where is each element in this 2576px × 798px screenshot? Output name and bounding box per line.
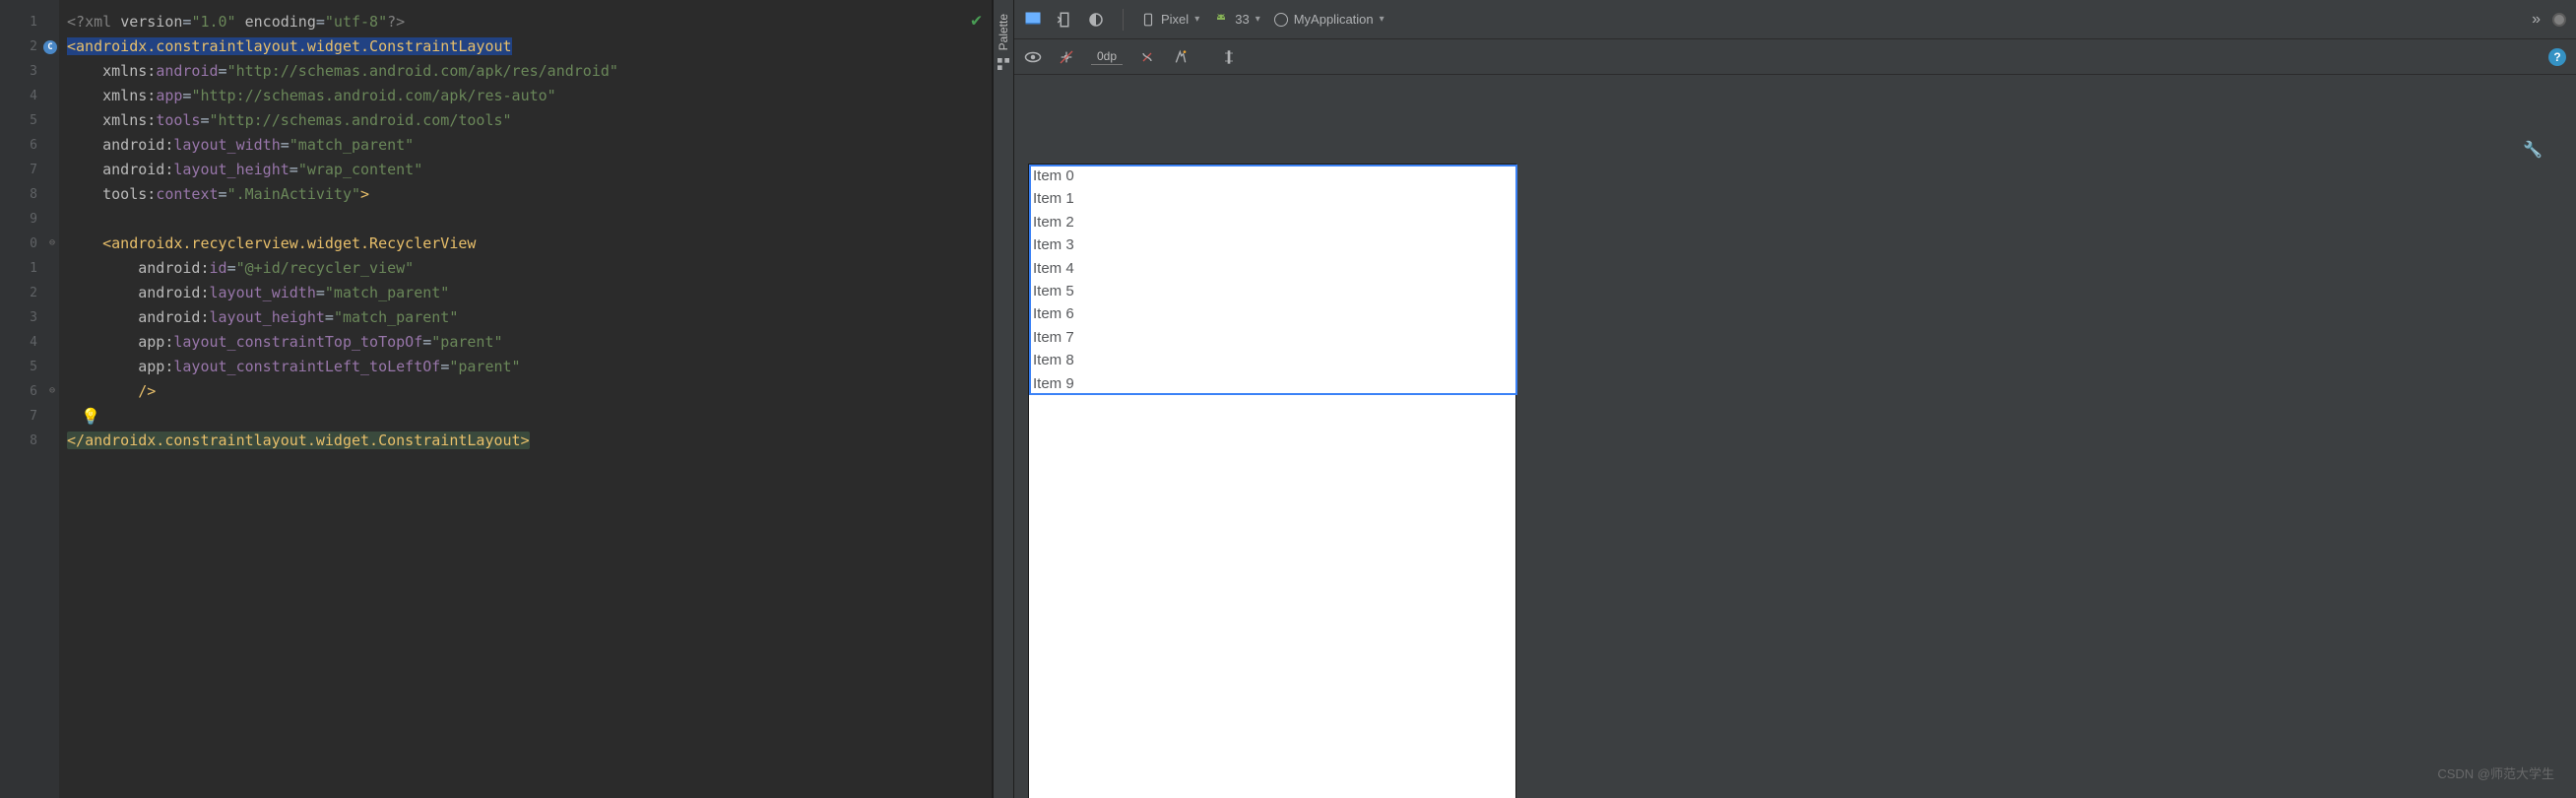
- palette-sidebar[interactable]: Palette: [993, 0, 1014, 798]
- line-number: 9: [30, 212, 37, 227]
- list-item[interactable]: Item 2: [1029, 211, 1515, 233]
- analysis-ok-icon[interactable]: ✔: [971, 10, 982, 31]
- line-number: 4: [30, 335, 37, 350]
- list-item[interactable]: Item 9: [1029, 372, 1515, 395]
- list-item[interactable]: Item 6: [1029, 302, 1515, 325]
- autoconnect-icon[interactable]: [1058, 49, 1075, 65]
- fold-end-icon[interactable]: ⊖: [47, 385, 57, 395]
- theme-selector[interactable]: MyApplication▾: [1274, 12, 1385, 27]
- theme-icon: [1274, 13, 1288, 27]
- palette-label: Palette: [997, 14, 1010, 50]
- component-tree-icon[interactable]: [996, 56, 1011, 72]
- line-number: 7: [30, 163, 37, 177]
- class-gutter-icon[interactable]: C: [43, 40, 57, 54]
- night-mode-icon[interactable]: [1087, 11, 1105, 29]
- view-options-icon[interactable]: [1024, 50, 1042, 64]
- line-number: 8: [30, 433, 37, 448]
- line-number: 2: [30, 286, 37, 300]
- phone-icon: [1141, 11, 1155, 29]
- list-item[interactable]: Item 5: [1029, 280, 1515, 302]
- list-item[interactable]: Item 1: [1029, 187, 1515, 210]
- api-selector[interactable]: 33▾: [1213, 12, 1260, 28]
- editor-gutter: 1 2 C 3 4 5 6 7 8 9 0 ⊖ 1 2 3 4 5 6 ⊖ 7 …: [0, 0, 59, 798]
- design-toolbar: Pixel▾ 33▾ MyApplication▾ »: [1014, 0, 2576, 39]
- line-number: 5: [30, 360, 37, 374]
- list-item[interactable]: Item 3: [1029, 233, 1515, 256]
- line-number: 5: [30, 113, 37, 128]
- android-icon: [1213, 12, 1229, 28]
- issues-indicator-icon[interactable]: [2552, 13, 2566, 27]
- line-number: 8: [30, 187, 37, 202]
- line-number: 4: [30, 89, 37, 103]
- layout-design-area: Pixel▾ 33▾ MyApplication▾ » 0dp ? 🔧 Item…: [1014, 0, 2576, 798]
- more-toolbar-button[interactable]: »: [2532, 11, 2541, 29]
- list-item[interactable]: Item 7: [1029, 326, 1515, 349]
- design-surface-icon[interactable]: [1024, 11, 1042, 29]
- default-margin-input[interactable]: 0dp: [1091, 48, 1123, 65]
- closing-tag: </androidx.constraintlayout.widget.Const…: [67, 432, 530, 449]
- list-item[interactable]: Item 0: [1029, 165, 1515, 187]
- code-text-area[interactable]: ✔ <?xml version="1.0" encoding="utf-8"?>…: [59, 0, 992, 798]
- design-sub-toolbar: 0dp ?: [1014, 39, 2576, 75]
- line-number: 6: [30, 384, 37, 399]
- line-number: 1: [30, 261, 37, 276]
- opening-tag: <androidx.constraintlayout.widget.Constr…: [67, 37, 512, 55]
- list-item[interactable]: Item 4: [1029, 257, 1515, 280]
- line-number: 6: [30, 138, 37, 153]
- device-preview-frame[interactable]: Item 0 Item 1 Item 2 Item 3 Item 4 Item …: [1028, 164, 1516, 798]
- watermark-text: CSDN @师范大学生: [2437, 764, 2554, 782]
- line-number: 3: [30, 64, 37, 79]
- line-number: 2: [30, 39, 37, 54]
- intention-bulb-icon[interactable]: 💡: [81, 404, 100, 429]
- fold-start-icon[interactable]: ⊖: [47, 237, 57, 247]
- code-editor-area: 1 2 C 3 4 5 6 7 8 9 0 ⊖ 1 2 3 4 5 6 ⊖ 7 …: [0, 0, 993, 798]
- guidelines-icon[interactable]: [1221, 48, 1237, 66]
- list-item[interactable]: Item 8: [1029, 349, 1515, 371]
- clear-constraints-icon[interactable]: [1138, 49, 1156, 65]
- line-number: 0: [30, 236, 37, 251]
- line-number: 7: [30, 409, 37, 424]
- infer-constraints-icon[interactable]: [1172, 49, 1190, 65]
- orientation-icon[interactable]: [1056, 11, 1073, 29]
- tools-wrench-icon[interactable]: 🔧: [2523, 140, 2543, 159]
- line-number: 1: [30, 15, 37, 30]
- help-icon[interactable]: ?: [2548, 48, 2566, 66]
- design-canvas[interactable]: 🔧 Item 0 Item 1 Item 2 Item 3 Item 4 Ite…: [1014, 75, 2576, 798]
- line-number: 3: [30, 310, 37, 325]
- device-selector[interactable]: Pixel▾: [1141, 11, 1199, 29]
